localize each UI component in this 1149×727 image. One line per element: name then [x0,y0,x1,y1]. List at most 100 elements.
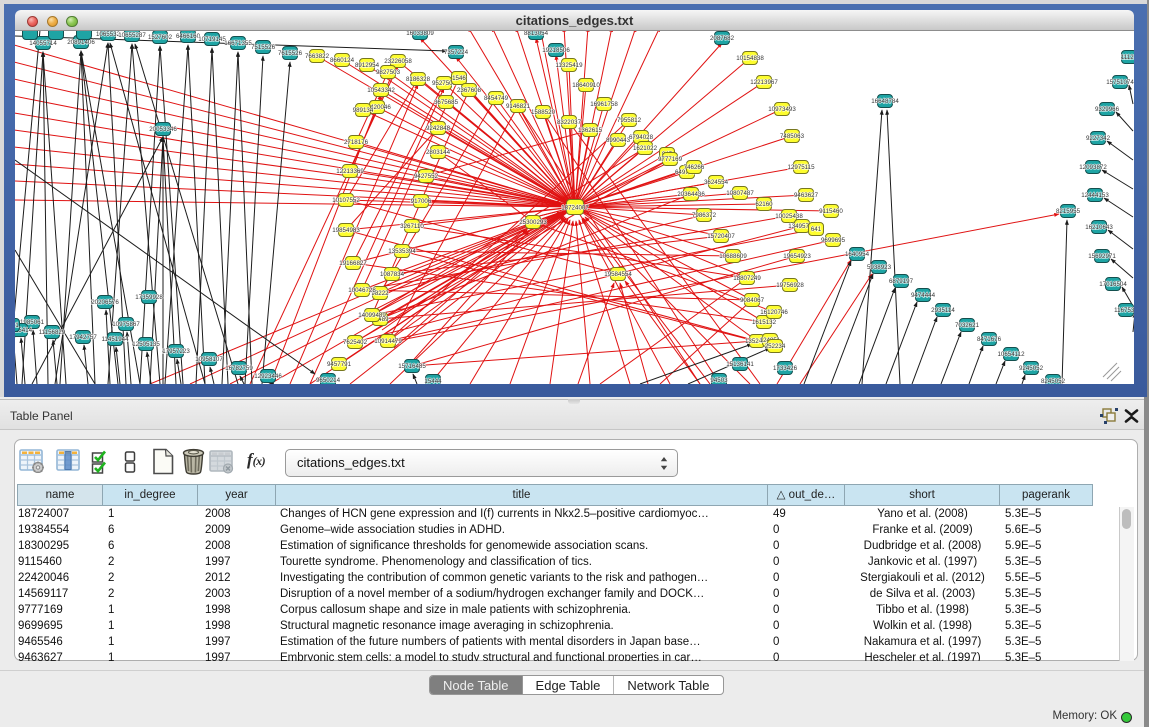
svg-text:6466160: 6466160 [176,33,201,40]
svg-text:15720407: 15720407 [707,233,735,240]
svg-text:7986372: 7986372 [692,212,717,219]
svg-text:10973493: 10973493 [768,106,796,113]
svg-text:10975867: 10975867 [112,321,140,328]
svg-text:7615526: 7615526 [278,50,303,57]
svg-text:19756928: 19756928 [776,282,804,289]
svg-text:11325419: 11325419 [555,62,583,69]
svg-text:62160: 62160 [755,201,773,208]
svg-text:8813054: 8813054 [524,31,549,37]
svg-text:8990443: 8990443 [606,137,631,144]
svg-text:25300293: 25300293 [519,219,547,226]
svg-text:16782759: 16782759 [225,365,253,372]
svg-text:1640954: 1640954 [845,251,870,258]
svg-text:10154838: 10154838 [736,55,764,62]
svg-text:15716485: 15716485 [398,363,426,370]
svg-text:20364436: 20364436 [677,191,705,198]
svg-text:1588520: 1588520 [531,109,556,116]
svg-text:16671355: 16671355 [224,40,252,47]
svg-text:12093872: 12093872 [1079,164,1107,171]
svg-text:989134: 989134 [353,107,374,114]
svg-text:746266: 746266 [684,164,705,171]
svg-text:7485063: 7485063 [780,133,805,140]
svg-text:252234: 252234 [765,343,786,350]
svg-text:20206576: 20206576 [91,299,119,306]
svg-text:19218506: 19218506 [542,47,570,54]
svg-text:17359928: 17359928 [135,294,163,301]
svg-text:9329966: 9329966 [1095,106,1120,113]
svg-text:12923446: 12923446 [254,373,282,380]
svg-text:1087834: 1087834 [380,271,405,278]
svg-text:10719145: 10719145 [198,36,226,43]
svg-text:7625402: 7625402 [343,339,368,346]
svg-text:15692971: 15692971 [1088,253,1116,260]
svg-text:17942757: 17942757 [69,334,97,341]
svg-text:1621022: 1621022 [633,145,658,152]
svg-text:10655287: 10655287 [118,32,146,39]
svg-text:9777169: 9777169 [658,156,683,163]
svg-text:9650214: 9650214 [316,377,341,384]
svg-text:18807249: 18807249 [733,275,761,282]
svg-text:6794028: 6794028 [629,134,654,141]
svg-text:9699695: 9699695 [821,237,846,244]
svg-text:94503: 94503 [710,377,728,384]
svg-text:10543342: 10543342 [367,87,395,94]
svg-text:7515526: 7515526 [251,44,276,51]
svg-text:18640910: 18640910 [572,82,600,89]
svg-text:13535394: 13535394 [388,248,416,255]
svg-text:8912954: 8912954 [355,62,380,69]
svg-text:3267110: 3267110 [400,223,424,230]
svg-text:1167533: 1167533 [1114,307,1134,314]
svg-text:9084067: 9084067 [740,297,765,304]
svg-text:12444153: 12444153 [1081,192,1109,199]
svg-text:10046728: 10046728 [348,287,376,294]
svg-text:2935114: 2935114 [931,307,955,314]
svg-text:16961758: 16961758 [590,101,618,108]
svg-text:12505135: 12505135 [132,341,160,348]
svg-text:917006: 917006 [411,198,432,205]
svg-text:9457791: 9457791 [327,361,352,368]
svg-text:15444: 15444 [424,378,442,384]
svg-text:9242848: 9242848 [426,125,451,132]
svg-text:17016504: 17016504 [1099,281,1127,288]
svg-text:9227342: 9227342 [1086,135,1111,142]
svg-text:10958107: 10958107 [195,356,223,363]
svg-text:8454749: 8454749 [484,95,509,102]
svg-text:3624554: 3624554 [704,179,729,186]
svg-text:8660124: 8660124 [330,57,355,64]
svg-text:641: 641 [811,226,822,233]
svg-text:20053346: 20053346 [149,126,177,133]
svg-text:14055714: 14055714 [29,40,57,47]
svg-text:10807487: 10807487 [726,190,754,197]
svg-text:10107552: 10107552 [332,197,360,204]
svg-text:7357224: 7357224 [444,49,469,56]
svg-text:18724007: 18724007 [561,205,589,212]
svg-text:19584554: 19584554 [604,271,632,278]
svg-text:10654112: 10654112 [997,351,1025,358]
svg-text:16033809: 16033809 [406,31,434,37]
svg-text:7955812: 7955812 [617,117,642,124]
svg-text:11123: 11123 [1121,54,1134,61]
svg-text:9245052: 9245052 [1019,365,1044,372]
svg-text:2087682: 2087682 [710,35,735,42]
svg-text:9115460: 9115460 [819,208,843,215]
svg-text:16120746: 16120746 [760,309,788,316]
svg-text:19166827: 19166827 [339,260,367,267]
svg-text:17957223: 17957223 [162,348,190,355]
svg-text:16648784: 16648784 [871,98,899,105]
svg-text:12213369: 12213369 [336,168,364,175]
svg-text:20891406: 20891406 [67,39,95,46]
svg-text:7032621: 7032621 [955,322,980,329]
svg-text:7663822: 7663822 [305,53,330,60]
svg-text:16210643: 16210643 [1085,224,1113,231]
svg-text:15751074: 15751074 [1106,79,1134,86]
svg-text:8322037: 8322037 [557,119,582,126]
svg-text:14099489: 14099489 [358,312,386,319]
svg-text:12213967: 12213967 [750,79,778,86]
svg-text:1527602: 1527602 [148,34,173,41]
svg-text:2718176: 2718176 [344,139,369,146]
svg-text:8245052: 8245052 [1041,378,1066,384]
svg-text:9191: 9191 [15,322,19,329]
svg-text:15136141: 15136141 [726,361,754,368]
svg-text:23226058: 23226058 [384,58,412,65]
svg-text:2803144: 2803144 [426,149,451,156]
